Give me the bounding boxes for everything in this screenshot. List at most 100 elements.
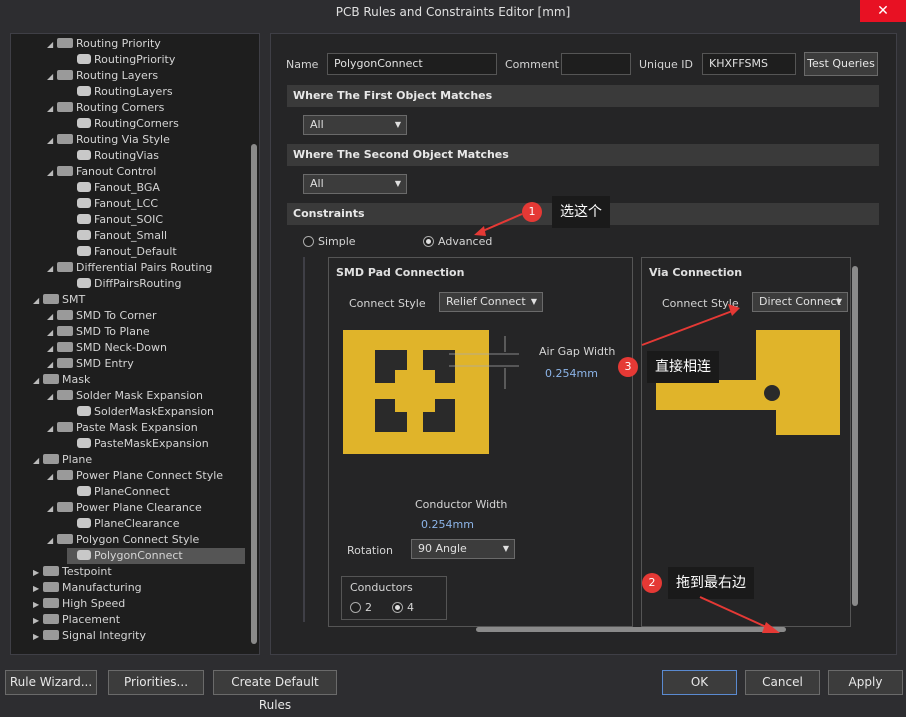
tree-expander-icon[interactable]: ▶ [33, 565, 43, 581]
tree-item[interactable]: Fanout_SOIC [67, 212, 163, 228]
tree-item[interactable]: SolderMaskExpansion [67, 404, 214, 420]
tree-expander-icon[interactable]: ◢ [47, 325, 57, 341]
tree-item[interactable]: DiffPairsRouting [67, 276, 181, 292]
tree-item[interactable]: ◢ Paste Mask Expansion [47, 420, 198, 436]
tree-item-label: DiffPairsRouting [94, 277, 182, 290]
tree-expander-icon[interactable]: ▶ [33, 613, 43, 629]
tree-item[interactable]: ▶ Testpoint [33, 564, 112, 580]
cancel-button[interactable]: Cancel [745, 670, 820, 695]
tree-expander-icon[interactable]: ◢ [33, 373, 43, 389]
tree-expander-icon[interactable]: ◢ [47, 261, 57, 277]
test-queries-button[interactable]: Test Queries [804, 52, 878, 76]
unique-id-field[interactable]: KHXFFSMS [702, 53, 796, 75]
second-match-dropdown[interactable]: All ▼ [303, 174, 407, 194]
tree-expander-icon[interactable]: ▶ [33, 629, 43, 645]
tree-item[interactable]: ◢ Differential Pairs Routing [47, 260, 212, 276]
tree-item[interactable]: ▶ Placement [33, 612, 120, 628]
rule-icon [77, 406, 91, 416]
tree-item[interactable]: ◢ Power Plane Connect Style [47, 468, 223, 484]
comment-field[interactable] [561, 53, 631, 75]
rule-icon [77, 278, 91, 288]
tree-item[interactable]: ◢ Routing Layers [47, 68, 158, 84]
tree-expander-icon[interactable]: ◢ [47, 37, 57, 53]
conductor-width-value[interactable]: 0.254mm [421, 518, 474, 531]
constraints-vertical-scrollbar[interactable] [852, 266, 858, 606]
tree-expander-icon[interactable]: ◢ [47, 421, 57, 437]
smd-connect-style-dropdown[interactable]: Relief Connect ▼ [439, 292, 543, 312]
tree-item[interactable]: PlaneClearance [67, 516, 179, 532]
ok-button[interactable]: OK [662, 670, 737, 695]
conductors-2-radio[interactable]: 2 [350, 601, 372, 614]
tree-item[interactable]: ▶ High Speed [33, 596, 125, 612]
tree-expander-icon[interactable]: ◢ [47, 469, 57, 485]
tree-item[interactable]: PlaneConnect [67, 484, 170, 500]
tree-expander-icon[interactable]: ◢ [47, 101, 57, 117]
tree-item[interactable]: ◢ Routing Corners [47, 100, 164, 116]
category-icon [57, 38, 73, 48]
tree-expander-icon[interactable]: ▶ [33, 597, 43, 613]
tree-expander-icon[interactable]: ◢ [47, 309, 57, 325]
simple-radio[interactable]: Simple [303, 235, 356, 248]
apply-button[interactable]: Apply [828, 670, 903, 695]
tree-expander-icon[interactable]: ◢ [47, 501, 57, 517]
tree-item[interactable]: ▶ Signal Integrity [33, 628, 146, 644]
tree-item[interactable]: ◢ Power Plane Clearance [47, 500, 202, 516]
category-icon [43, 630, 59, 640]
name-field[interactable]: PolygonConnect [327, 53, 497, 75]
tree-item[interactable]: ◢ SMD Entry [47, 356, 134, 372]
create-default-rules-button[interactable]: Create Default Rules [213, 670, 337, 712]
tree-expander-icon[interactable]: ◢ [47, 357, 57, 373]
constraints-horizontal-scrollbar[interactable] [476, 627, 786, 632]
tree-expander-icon[interactable]: ◢ [47, 389, 57, 405]
rules-tree[interactable]: ◢ Routing Priority RoutingPriority ◢ Routing… [10, 33, 260, 655]
tree-expander-icon[interactable]: ◢ [47, 69, 57, 85]
tree-expander-icon[interactable]: ◢ [33, 293, 43, 309]
tree-expander-icon[interactable]: ◢ [47, 133, 57, 149]
category-icon [43, 454, 59, 464]
tree-item[interactable]: Fanout_BGA [67, 180, 160, 196]
tree-item[interactable]: RoutingVias [67, 148, 159, 164]
priorities-button[interactable]: Priorities... [108, 670, 204, 695]
dimension-lines [449, 336, 519, 389]
air-gap-value[interactable]: 0.254mm [545, 367, 598, 380]
radio-circle-selected [423, 235, 434, 247]
tree-item[interactable]: RoutingCorners [67, 116, 179, 132]
via-connect-style-dropdown[interactable]: Direct Connect ▼ [752, 292, 848, 312]
tree-item[interactable]: ▶ Manufacturing [33, 580, 142, 596]
tree-item[interactable]: ◢ Solder Mask Expansion [47, 388, 203, 404]
tree-item[interactable]: RoutingLayers [67, 84, 173, 100]
tree-item[interactable]: ◢ Plane [33, 452, 92, 468]
tree-expander-icon[interactable]: ▶ [33, 581, 43, 597]
tree-item[interactable]: Fanout_LCC [67, 196, 158, 212]
tree-item[interactable]: ◢ SMD Neck-Down [47, 340, 167, 356]
spoke-left [375, 383, 395, 399]
tree-item[interactable]: ◢ SMD To Plane [47, 324, 150, 340]
tree-item[interactable]: ◢ Mask [33, 372, 90, 388]
tree-item[interactable]: ◢ Routing Via Style [47, 132, 170, 148]
close-button[interactable]: ✕ [860, 0, 906, 22]
tree-item[interactable]: ◢ Polygon Connect Style [47, 532, 199, 548]
conductors-4-radio[interactable]: 4 [392, 601, 414, 614]
advanced-radio[interactable]: Advanced [423, 235, 492, 248]
tree-scroll-thumb[interactable] [251, 144, 257, 644]
rotation-dropdown[interactable]: 90 Angle ▼ [411, 539, 515, 559]
tree-item[interactable]: ◢ SMD To Corner [47, 308, 157, 324]
category-icon [43, 566, 59, 576]
tree-item[interactable]: Fanout_Default [67, 244, 177, 260]
tree-expander-icon[interactable]: ◢ [47, 533, 57, 549]
tree-item[interactable]: ◢ SMT [33, 292, 85, 308]
tree-expander-icon[interactable]: ◢ [47, 341, 57, 357]
tree-item[interactable]: ◢ Routing Priority [47, 36, 161, 52]
first-match-dropdown[interactable]: All ▼ [303, 115, 407, 135]
tree-expander-icon[interactable]: ◢ [33, 453, 43, 469]
tree-item[interactable]: PasteMaskExpansion [67, 436, 209, 452]
rule-wizard-button[interactable]: Rule Wizard... [5, 670, 97, 695]
tree-scrollbar[interactable] [251, 38, 257, 650]
tree-item-label: Fanout_LCC [94, 197, 159, 210]
tree-item[interactable]: PolygonConnect [67, 548, 245, 564]
radio-circle-selected [392, 601, 403, 613]
tree-item[interactable]: ◢ Fanout Control [47, 164, 156, 180]
tree-item[interactable]: RoutingPriority [67, 52, 175, 68]
tree-item[interactable]: Fanout_Small [67, 228, 167, 244]
tree-expander-icon[interactable]: ◢ [47, 165, 57, 181]
